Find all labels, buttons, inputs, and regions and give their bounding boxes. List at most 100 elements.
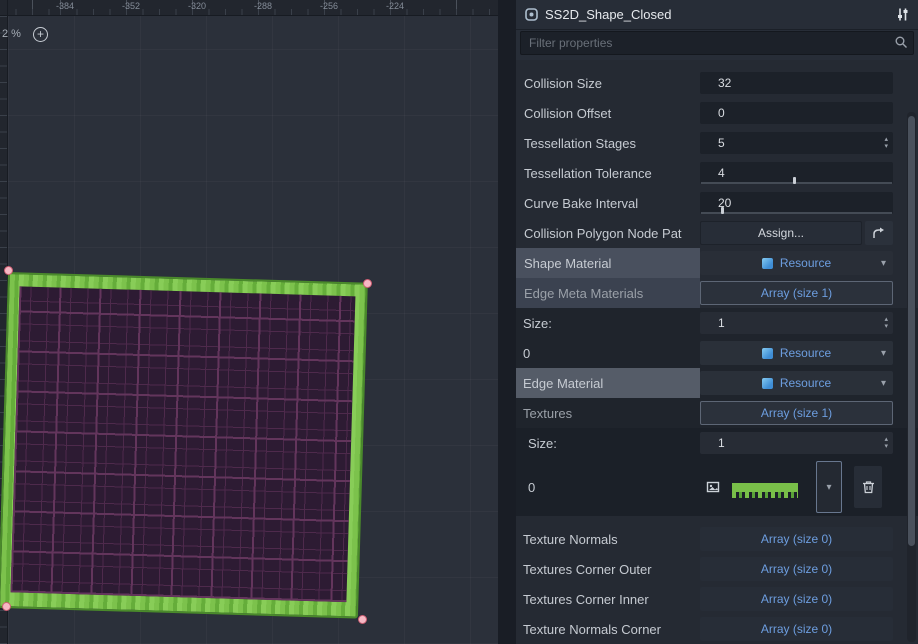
array-size-value: 1 [718, 436, 725, 450]
inspector-panel: SS2D_Shape_Closed Collision Size 32 Coll… [516, 0, 918, 644]
curve-bake-interval-input[interactable]: 20 [700, 192, 893, 214]
property-label: Textures Corner Inner [523, 592, 649, 607]
collision-offset-input[interactable]: 0 [700, 102, 893, 124]
texture-item-row: 0 ▾ [516, 458, 918, 516]
ruler-label: -256 [320, 1, 338, 11]
assign-node-path-button[interactable]: Assign... [700, 221, 862, 245]
array-size-input[interactable]: 1 ▴▾ [700, 432, 893, 454]
array-size-label: Array (size 0) [761, 562, 832, 576]
array-item-row: 0 Resource ▾ [516, 338, 918, 368]
array-size-value: 1 [718, 316, 725, 330]
property-row-curve-bake-interval: Curve Bake Interval 20 [516, 188, 918, 218]
array-size-label: Array (size 1) [761, 286, 832, 300]
property-row-collision-polygon-node-path: Collision Polygon Node Pat Assign... [516, 218, 918, 248]
property-row-edge-meta-materials: Edge Meta Materials Array (size 1) [516, 278, 918, 308]
scrollbar-thumb[interactable] [908, 116, 915, 546]
property-label: Collision Polygon Node Pat [524, 226, 682, 241]
chevron-down-icon: ▾ [881, 348, 886, 359]
ruler-label: -384 [56, 1, 74, 11]
meta-material-resource-button[interactable]: Resource ▾ [700, 341, 893, 365]
array-size-input[interactable]: 1 ▴▾ [700, 312, 893, 334]
slider-track[interactable] [701, 212, 892, 214]
zoom-level-label[interactable]: 2 % [2, 28, 21, 40]
texture-dropdown-button[interactable]: ▾ [816, 461, 842, 513]
property-row-collision-offset: Collision Offset 0 [516, 98, 918, 128]
property-row-textures-corner-outer: Textures Corner Outer Array (size 0) [516, 554, 918, 584]
tune-sliders-icon[interactable] [895, 7, 910, 22]
shape-fill-texture [11, 286, 356, 602]
textures-corner-outer-array-button[interactable]: Array (size 0) [700, 557, 893, 581]
collision-size-input[interactable]: 32 [700, 72, 893, 94]
property-row-tessellation-tolerance: Tessellation Tolerance 4 [516, 158, 918, 188]
slider-grabber[interactable] [793, 177, 796, 184]
search-icon [894, 35, 908, 49]
plus-icon[interactable]: + [33, 27, 48, 42]
assign-button-label: Assign... [758, 226, 804, 240]
spinner-updown-icon[interactable]: ▴▾ [884, 136, 888, 150]
filter-bar [516, 30, 918, 60]
inspector-scrollbar[interactable] [907, 112, 916, 642]
array-size-label: Array (size 1) [761, 406, 832, 420]
property-row-tessellation-stages: Tessellation Stages 5 ▴▾ [516, 128, 918, 158]
node-icon [524, 7, 539, 22]
inspector-header: SS2D_Shape_Closed [516, 0, 918, 30]
node-path-icon [872, 226, 886, 240]
shape-handle[interactable] [363, 279, 372, 288]
property-label: Size: [523, 316, 552, 331]
property-row-textures-corner-inner: Textures Corner Inner Array (size 0) [516, 584, 918, 614]
shape-material-resource-button[interactable]: Resource ▾ [700, 251, 893, 275]
curve-bake-interval-value: 20 [718, 196, 731, 210]
resource-label: Resource [780, 346, 831, 360]
inspected-object-title: SS2D_Shape_Closed [545, 7, 895, 22]
edge-meta-materials-subpanel: Size: 1 ▴▾ 0 Resource ▾ Edge Material [516, 308, 918, 516]
textures-corner-inner-array-button[interactable]: Array (size 0) [700, 587, 893, 611]
slider-grabber[interactable] [721, 207, 724, 214]
property-label: Tessellation Tolerance [524, 166, 652, 181]
spinner-updown-icon[interactable]: ▴▾ [884, 316, 888, 330]
property-row-texture-normals: Texture Normals Array (size 0) [516, 524, 918, 554]
ruler-label: -352 [122, 1, 140, 11]
edge-meta-materials-array-button[interactable]: Array (size 1) [700, 281, 893, 305]
tessellation-tolerance-value: 4 [718, 166, 725, 180]
chevron-down-icon: ▾ [826, 482, 831, 493]
chevron-down-icon: ▾ [881, 378, 886, 389]
pick-node-button[interactable] [865, 221, 893, 245]
resource-icon [762, 258, 773, 269]
shape-handle[interactable] [358, 615, 367, 624]
textures-array-button[interactable]: Array (size 1) [700, 401, 893, 425]
ruler-label: -224 [386, 1, 404, 11]
texture-preview[interactable] [732, 483, 798, 492]
property-label: Texture Normals [523, 532, 618, 547]
dock-splitter[interactable] [498, 0, 516, 644]
array-index-label: 0 [528, 480, 535, 495]
property-row-texture-normals-corner: Texture Normals Corner Array (size 0) [516, 614, 918, 644]
texture-normals-array-button[interactable]: Array (size 0) [700, 527, 893, 551]
array-size-row: Size: 1 ▴▾ [516, 428, 918, 458]
resource-icon [762, 348, 773, 359]
tessellation-stages-input[interactable]: 5 ▴▾ [700, 132, 893, 154]
property-label: Textures Corner Outer [523, 562, 652, 577]
resource-label: Resource [780, 256, 831, 270]
resource-icon [762, 378, 773, 389]
ruler-label: -320 [188, 1, 206, 11]
canvas-viewport[interactable]: -384 -352 -320 -288 -256 -224 2 % + [0, 0, 498, 644]
shape-handle[interactable] [2, 602, 11, 611]
ruler-label: -288 [254, 1, 272, 11]
array-size-row: Size: 1 ▴▾ [516, 308, 918, 338]
property-label: Tessellation Stages [524, 136, 636, 151]
texture-normals-corner-array-button[interactable]: Array (size 0) [700, 617, 893, 641]
property-row-shape-material: Shape Material Resource ▾ [516, 248, 918, 278]
tessellation-tolerance-input[interactable]: 4 [700, 162, 893, 184]
array-size-label: Array (size 0) [761, 532, 832, 546]
ruler-horizontal[interactable]: -384 -352 -320 -288 -256 -224 [8, 0, 498, 16]
spinner-updown-icon[interactable]: ▴▾ [884, 436, 888, 450]
property-row-textures: Textures Array (size 1) [516, 398, 918, 428]
edge-material-resource-button[interactable]: Resource ▾ [700, 371, 893, 395]
property-label: Curve Bake Interval [524, 196, 638, 211]
filter-properties-input[interactable] [520, 31, 914, 55]
slider-track[interactable] [701, 182, 892, 184]
textures-subpanel: Size: 1 ▴▾ 0 [516, 428, 918, 516]
delete-texture-button[interactable] [854, 466, 882, 508]
shape-node[interactable] [0, 272, 368, 619]
shape-handle[interactable] [4, 266, 13, 275]
